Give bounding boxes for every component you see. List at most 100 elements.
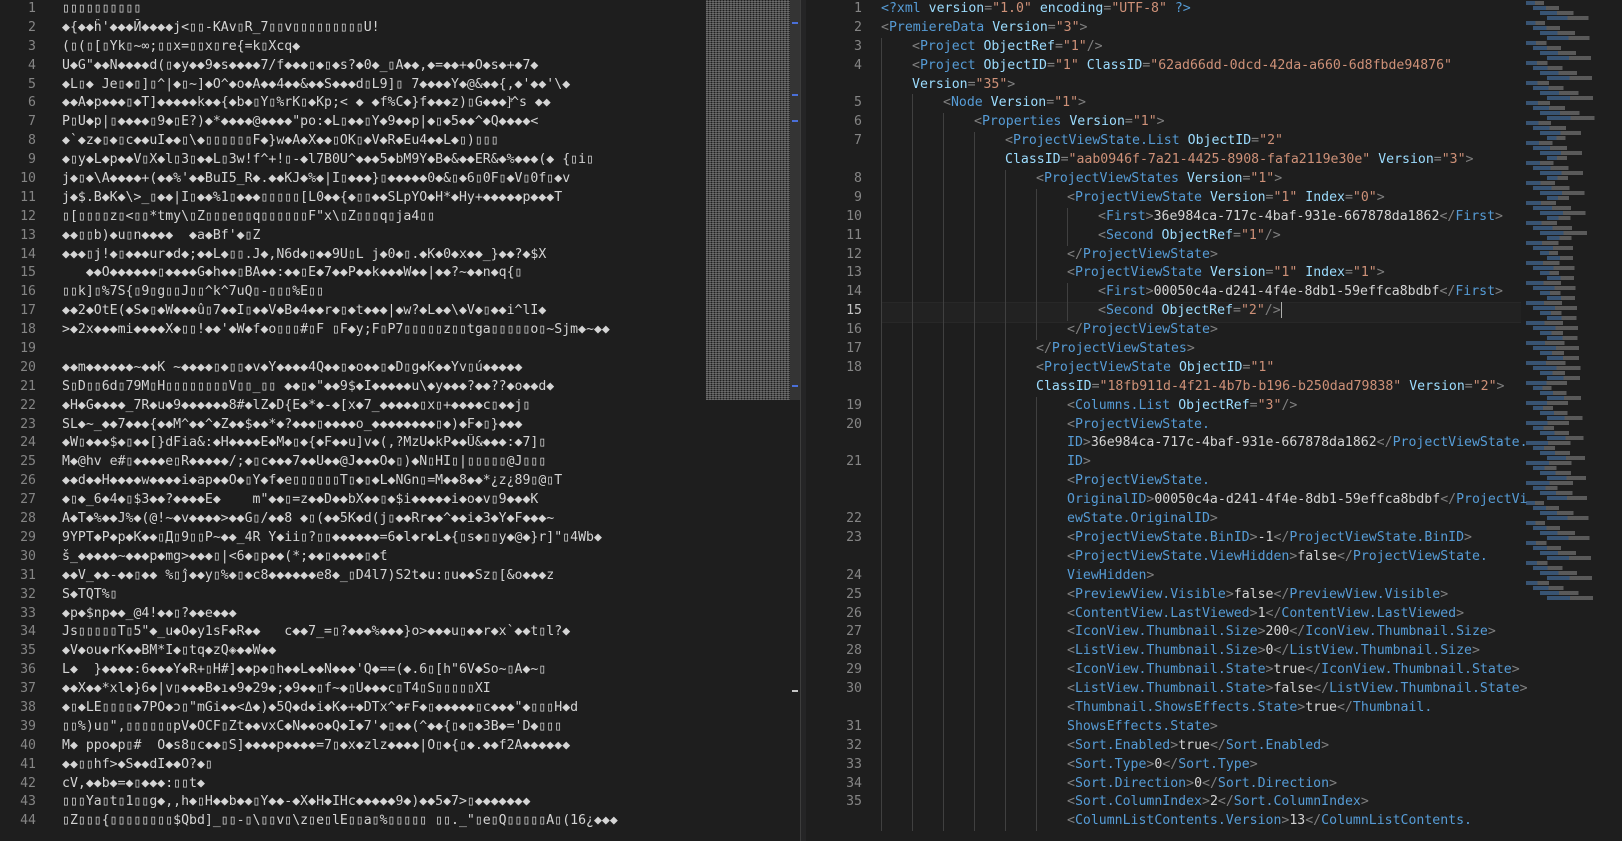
- code-line[interactable]: ◆▯◆_6◆4◆▯$3◆◆?◆◆◆◆E◆ m"◆◆▯=z◆◆D◆◆bX◆◆▯◆$…: [62, 491, 704, 510]
- code-line[interactable]: <ColumnListContents.Version>13</ColumnLi…: [881, 812, 1531, 832]
- code-line[interactable]: ◆◆▯▯hf>◆S◆◆dI◆◆O?◆▯: [62, 756, 704, 775]
- code-line[interactable]: <PreviewView.Visible>false</PreviewView.…: [881, 585, 1531, 605]
- code-line[interactable]: <ContentView.LastViewed>1</ContentView.L…: [881, 604, 1531, 624]
- code-line[interactable]: <First>36e984ca-717c-4baf-931e-667878da1…: [881, 207, 1531, 227]
- code-line[interactable]: </ProjectViewState>: [881, 321, 1531, 341]
- code-line[interactable]: ID>: [881, 453, 1531, 473]
- code-line[interactable]: <Thumbnail.ShowsEffects.State>true</Thum…: [881, 698, 1531, 718]
- code-line[interactable]: š_◆◆◆◆◆~◆◆◆p◆mg>◆◆◆▯|<6◆▯p◆◆(*;◆◆▯◆◆◆◆▯◆…: [62, 548, 704, 567]
- code-line[interactable]: cV,◆◆b◆=◆▯◆◆◆:▯▯t◆: [62, 775, 704, 794]
- code-line[interactable]: <Sort.ColumnIndex>2</Sort.ColumnIndex>: [881, 793, 1531, 813]
- code-line[interactable]: <PremiereData Version="3">: [881, 19, 1531, 38]
- left-editor-pane[interactable]: 1 2 3 4 5 6 7 8 9 10 11 12 13 14 15 16 17 18 19 20 21 22 23 24 2…: [0, 0, 800, 841]
- code-line[interactable]: <ProjectViewStates Version="1">: [881, 170, 1531, 189]
- code-line[interactable]: ◆V◆ou◆rK◆◆BM*I◆▯tq◆zQ◈◆◆W◆◆: [62, 642, 704, 661]
- code-line[interactable]: ◆◆O◆◆◆◆◆◆▯◆◆◆◆G◆h◆◆▯BA◆◆:◆◆▯E◆7◆◆P◆◆k◆◆◆…: [62, 264, 704, 283]
- code-line[interactable]: L◆ }◆◆◆◆:6◆◆◆Y◆R+▯H#]◆◆p◆▯h◆◆L◆◆N◆◆◆'Q◆=…: [62, 661, 704, 680]
- left-scrollbar-thumb[interactable]: [790, 0, 800, 400]
- minimap-row: [1547, 56, 1620, 60]
- indent-guide: [974, 283, 975, 303]
- code-line[interactable]: <ListView.Thumbnail.Size>0</ListView.Thu…: [881, 642, 1531, 662]
- code-line[interactable]: <Second ObjectRef="2"/>: [881, 302, 1531, 322]
- code-line[interactable]: ShowsEffects.State>: [881, 717, 1531, 737]
- code-line[interactable]: <Sort.Type>0</Sort.Type>: [881, 755, 1531, 775]
- code-line[interactable]: <ProjectViewState Version="1" Index="1">: [881, 264, 1531, 284]
- code-line[interactable]: ◆◆◆▯j!◆▯◆◆◆ur◆d◆;◆◆L◆▯▯.J◆,N6d◆▯◆◆9U▯L j…: [62, 246, 704, 265]
- code-line[interactable]: ◆◆A◆p◆◆◆▯◆T]◆◆◆◆◆k◆◆{◆b◆▯Y▯%rK▯◆Kp;< ◆ ◆…: [62, 94, 704, 113]
- code-line[interactable]: <Columns.List ObjectRef="3"/>: [881, 396, 1531, 416]
- code-line[interactable]: ViewHidden>: [881, 566, 1531, 586]
- code-line[interactable]: <Project ObjectID="1" ClassID="62ad66dd-…: [881, 56, 1531, 76]
- code-line[interactable]: ◆◆▯▯b)◆u▯n◆◆◆◆ ◆a◆Bf'◆▯Z: [62, 227, 704, 246]
- code-line[interactable]: ◆▯◆LE▯▯▯▯◆7PO◆ɔ▯"mGi◆◆<Δ◆)◆5Q◆d◆i◆K◆+◆DT…: [62, 699, 704, 718]
- code-line[interactable]: ◆◆V_◆◆-◆◆▯◆◆ %▯ĵ◆◆y▯%◆▯◆c8◆◆◆◆◆◆e8◆_▯D4l…: [62, 567, 704, 586]
- code-line[interactable]: ▯▯▯▯▯▯▯▯▯▯: [62, 0, 704, 19]
- code-line[interactable]: <Second ObjectRef="1"/>: [881, 226, 1531, 246]
- code-line[interactable]: Js▯▯▯▯▯T▯5"◆_u◆O◆y1sF◆R◆◆ c◆◆7_=▯?◆◆◆%◆◆…: [62, 623, 704, 642]
- code-line[interactable]: ◆L▯◆ Je▯◆▯]▯^|◆▯~]◆O^◆o◆A◆◆4◆◆&◆◆S◆◆◆d▯L…: [62, 76, 704, 95]
- code-line[interactable]: OriginalID>00050c4a-d241-4f4e-8db1-59eff…: [881, 491, 1531, 511]
- code-line[interactable]: ID>36e984ca-717c-4baf-931e-667878da1862<…: [881, 434, 1531, 454]
- code-line[interactable]: 9YPT◆P◆p◆K◆◆▯Д▯9▯▯P~◆◆_4R Y◆ii▯?▯▯◆◆◆◆◆◆…: [62, 529, 704, 548]
- code-line[interactable]: ◆▯y◆L◆p◆◆V▯X◆l▯3▯◆◆L▯3w!f^+!▯-◆l7B0U^◆◆◆…: [62, 151, 704, 170]
- code-line[interactable]: ◆{◆◆ĥ'◆◆◆Й◆◆◆◆j<▯▯-KAv▯R_7▯▯v▯▯▯▯▯▯▯▯▯U!: [62, 19, 704, 38]
- code-line[interactable]: U◆G"◆◆N◆◆◆◆d(▯◆y◆◆9◆s◆◆◆◆7/f◆◆◆▯◆▯◆s?◆0◆…: [62, 57, 704, 76]
- code-line[interactable]: <ProjectViewState.List ObjectID="2": [881, 132, 1531, 152]
- code-line[interactable]: ◆W▯◆◆◆$◆▯◆◆[}dFia&:◆H◆◆◆◆E◆M◆▯◆{◆F◆◆u]v◆…: [62, 434, 704, 453]
- code-line[interactable]: ▯▯k]▯%7S{▯9▯g▯▯J▯▯^k^7uQ▯-▯▯▯%E▯▯: [62, 283, 704, 302]
- code-line[interactable]: <ProjectViewState Version="1" Index="0">: [881, 188, 1531, 208]
- code-line[interactable]: ◆p◆$np◆◆_@4!◆◆▯?◆◆e◆◆◆: [62, 605, 704, 624]
- code-line[interactable]: <First>00050c4a-d241-4f4e-8db1-59effca8b…: [881, 283, 1531, 303]
- code-line[interactable]: ◆H◆G◆◆◆◆_7R◆u◆9◆◆◆◆◆◆8#◆lZ◆D{E◆*◆-◆[x◆7_…: [62, 397, 704, 416]
- code-line[interactable]: ▯▯▯Ya▯t▯1▯▯g◆,,h◆▯H◆◆b◆◆▯Y◆◆-◆X◆H◆IHc◆◆◆…: [62, 793, 704, 812]
- code-line[interactable]: S◆TQT%▯: [62, 586, 704, 605]
- code-line[interactable]: </ProjectViewStates>: [881, 340, 1531, 359]
- code-line[interactable]: M◆@hv e#▯◆◆◆◆e▯R◆◆◆◆◆/;◆▯c◆◆◆7◆◆U◆◆@J◆◆◆…: [62, 453, 704, 472]
- code-line[interactable]: ewState.OriginalID>: [881, 510, 1531, 529]
- code-line[interactable]: <ProjectViewState.: [881, 415, 1531, 435]
- code-line[interactable]: ClassID="18fb911d-4f21-4b7b-b196-b250dad…: [881, 377, 1531, 397]
- code-line[interactable]: </ProjectViewState>: [881, 245, 1531, 265]
- code-line[interactable]: >◆2x◆◆◆mi◆◆◆◆X◆▯▯!◆◆'◆W◆f◆o▯▯▯#▯F ▯F◆y;F…: [62, 321, 704, 340]
- code-line[interactable]: <Sort.Direction>0</Sort.Direction>: [881, 774, 1531, 794]
- indent-guide: [974, 396, 975, 416]
- code-line[interactable]: ◆◆d◆◆H◆◆◆◆w◆◆◆◆i◆ap◆◆O◆▯Y◆f◆e▯▯▯▯▯▯T▯◆▯◆…: [62, 472, 704, 491]
- code-line[interactable]: ▯[▯▯▯▯z▯<▯▯*tmy\▯Z▯▯▯e▯▯q▯▯▯▯▯▯F"x\▯Z▯▯▯…: [62, 208, 704, 227]
- code-line[interactable]: ClassID="aab0946f-7a21-4425-8908-fafa211…: [881, 151, 1531, 171]
- right-minimap[interactable]: [1516, 0, 1622, 841]
- code-line[interactable]: M◆ ppo◆p▯# O◆s8▯c◆◆▯S]◆◆◆◆p◆◆◆◆=7▯◆x◆zlz…: [62, 737, 704, 756]
- code-line[interactable]: ▯▯%)u▯",▯▯▯▯▯▯pV◆OCF▯Zt◆◆vxC◆N◆◆o◆Q◆I◆7'…: [62, 718, 704, 737]
- code-line[interactable]: j◆$.B◆K◆\>_▯◆◆|I▯◆◆%1▯◆◆◆▯▯▯▯▯[L0◆◆{◆▯▯◆…: [62, 189, 704, 208]
- code-line[interactable]: <Node Version="1">: [881, 94, 1531, 114]
- code-line[interactable]: SL◆~_◆◆7◆◆◆{◆◆M^◆◆^◆Z◆◆$◆◆*◆?◆◆◆▯◆◆◆◆o_◆…: [62, 416, 704, 435]
- code-line[interactable]: <ProjectViewState.BinID>-1</ProjectViewS…: [881, 528, 1531, 548]
- code-line[interactable]: P▯U◆p|▯◆◆◆◆▯9◆▯E?)◆*◆◆◆◆@◆◆◆◆"po:◆L▯◆◆▯Y…: [62, 113, 704, 132]
- code-line[interactable]: (▯(▯[▯Yk▯~∞;▯▯x=▯▯x▯re{=k▯Xcq◆: [62, 38, 704, 57]
- left-code-area[interactable]: ▯▯▯▯▯▯▯▯▯▯ ◆{◆◆ĥ'◆◆◆Й◆◆◆◆j<▯▯-KAv▯R_7▯▯v▯…: [62, 0, 704, 831]
- code-line[interactable]: [62, 340, 704, 359]
- code-line[interactable]: ◆◆m◆◆◆◆◆◆~◆◆K ~◆◆◆◆▯◆▯▯◆v◆Y◆◆◆◆4Q◆◆▯◆o◆◆…: [62, 359, 704, 378]
- code-line[interactable]: <Properties Version="1">: [881, 113, 1531, 133]
- code-line[interactable]: Version="35">: [881, 75, 1531, 95]
- code-line[interactable]: <?xml version="1.0" encoding="UTF-8" ?>: [881, 0, 1531, 19]
- code-line[interactable]: A◆T◆%◆◆J%◆(@!~◆v◆◆◆◆>◆◆G▯/◆◆8 ◆▯(◆◆5K◆d(…: [62, 510, 704, 529]
- code-line[interactable]: <Sort.Enabled>true</Sort.Enabled>: [881, 736, 1531, 756]
- right-editor-pane[interactable]: 1 2 3 4 5 6 7 8 9 10 11 12 13 14 15 16 17 18 19 20 21 22 23 24 2…: [806, 0, 1622, 841]
- code-line[interactable]: <IconView.Thumbnail.State>true</IconView…: [881, 661, 1531, 681]
- code-line[interactable]: j◆▯◆\A◆◆◆◆+(◆◆%'◆◆BuI5_R◆.◆◆KJ◆%◆|I▯◆◆◆}…: [62, 170, 704, 189]
- code-line[interactable]: <ProjectViewState.ViewHidden>false</Proj…: [881, 547, 1531, 567]
- code-line[interactable]: <ProjectViewState.: [881, 472, 1531, 492]
- code-line[interactable]: <ProjectViewState ObjectID="1": [881, 358, 1531, 378]
- code-line[interactable]: <IconView.Thumbnail.Size>200</IconView.T…: [881, 623, 1531, 643]
- code-line[interactable]: <Project ObjectRef="1"/>: [881, 37, 1531, 57]
- left-minimap[interactable]: [706, 0, 800, 400]
- indent-guide: [1005, 396, 1006, 416]
- code-line[interactable]: ◆◆2◆OtE(◆S◆▯◆W◆◆◆û▯7◆◆I▯◆◆V◆B◆4◆◆r◆▯◆t◆◆…: [62, 302, 704, 321]
- code-line[interactable]: <ListView.Thumbnail.State>false</ListVie…: [881, 680, 1531, 699]
- right-code-area[interactable]: <?xml version="1.0" encoding="UTF-8" ?> <…: [881, 0, 1531, 832]
- code-line[interactable]: ▯Z▯▯▯{▯▯▯▯▯▯▯▯$Qbd]_▯▯-▯\▯▯v▯\z▯e▯lE▯▯a▯…: [62, 812, 704, 831]
- code-line[interactable]: ◆◆X◆◆*xl◆}6◆|v▯◆◆◆B◆ı◆9◆29◆;◆9◆◆▯f~◆▯U◆◆…: [62, 680, 704, 699]
- code-line[interactable]: ◆`◆z◆▯◆▯c◆◆uI◆◆▯\◆▯▯▯▯▯▯F◆}w◆A◆X◆◆▯OK▯◆V…: [62, 132, 704, 151]
- code-line[interactable]: S▯D▯▯6d▯79M▯H▯▯▯▯▯▯▯▯V▯▯_▯▯ ◆◆▯◆"◆◆9$◆I◆…: [62, 378, 704, 397]
- left-scrollbar[interactable]: [790, 0, 800, 841]
